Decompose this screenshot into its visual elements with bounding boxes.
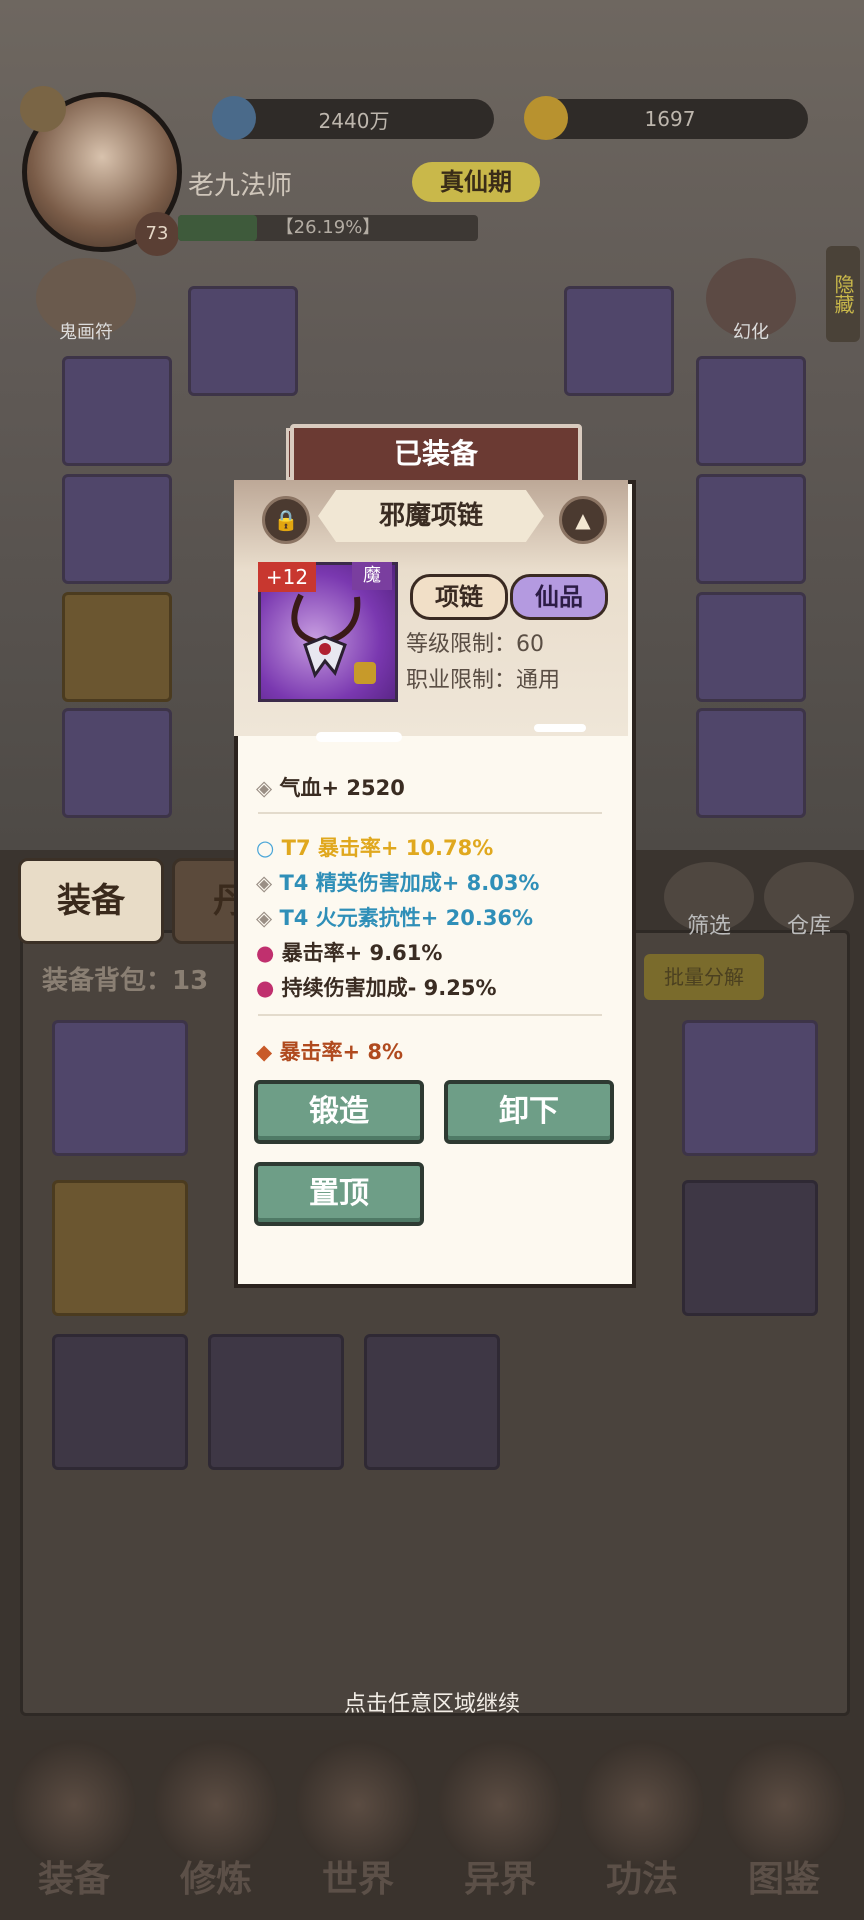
diamond-icon: ◈ <box>256 776 273 800</box>
forge-button[interactable]: 锻造 <box>254 1080 424 1144</box>
header-divider <box>316 732 402 742</box>
base-stat-text: 气血+ 2520 <box>279 776 405 800</box>
class-req-label: 职业限制： <box>406 668 517 693</box>
equipped-banner: 已装备 <box>290 424 582 484</box>
nav-codex-label: 图鉴 <box>747 1859 820 1900</box>
transform-label: 幻化 <box>733 322 769 343</box>
equip-slot-necklace[interactable] <box>62 474 172 584</box>
affix-row: ◈ T4 火元素抗性+ 20.36% <box>256 902 533 932</box>
gem-icon <box>212 96 256 140</box>
level-requirement: 等级限制：60 <box>406 626 544 658</box>
equip-slot-helmet[interactable] <box>62 356 172 466</box>
affix-text: 持续伤害加成- 9.25% <box>281 976 497 1000</box>
warehouse-label: 仓库 <box>786 914 831 939</box>
avatar-badge-icon <box>20 86 66 132</box>
bag-item[interactable] <box>52 1020 188 1156</box>
affix-row: ● 暴击率+ 9.61% <box>256 937 442 967</box>
nav-cultivate-label: 修炼 <box>179 1859 252 1900</box>
diamond-icon: ◈ <box>256 906 273 930</box>
bag-item[interactable] <box>364 1334 500 1470</box>
level-req-label: 等级限制： <box>406 632 517 657</box>
affix-row: ● 持续伤害加成- 9.25% <box>256 972 497 1002</box>
equip-slot-offhand[interactable] <box>564 286 674 396</box>
batch-decompose-button[interactable]: 批量分解 <box>644 954 764 1000</box>
nav-equip-label: 装备 <box>37 1859 110 1900</box>
equip-slot-weapon[interactable] <box>188 286 298 396</box>
diamond-icon: ◈ <box>256 871 273 895</box>
affix-text: T4 精英伤害加成+ 8.03% <box>279 871 540 895</box>
realm-badge: 真仙期 <box>412 162 540 202</box>
talisman-label: 鬼画符 <box>59 322 113 343</box>
header-divider <box>534 724 586 732</box>
player-name: 老九法师 <box>188 171 293 201</box>
equip-slot-pants[interactable] <box>696 474 806 584</box>
unequip-button[interactable]: 卸下 <box>444 1080 614 1144</box>
stat-separator <box>258 812 602 814</box>
currency2-bar: 1697 <box>532 99 808 139</box>
affix-row: ○ T7 暴击率+ 10.78% <box>256 832 493 862</box>
xp-percent: 【26.19%】 <box>275 217 381 238</box>
demon-badge: 魔 <box>352 562 392 590</box>
affix-row: ◈ T4 精英伤害加成+ 8.03% <box>256 867 539 897</box>
set-stat-text: 暴击率+ 8% <box>279 1040 404 1064</box>
equip-slot-cape[interactable] <box>696 708 806 818</box>
currency2-value: 1697 <box>644 107 696 131</box>
bag-item[interactable] <box>682 1180 818 1316</box>
continue-hint: 点击任意区域继续 <box>343 1692 520 1717</box>
level-req-value: 60 <box>516 632 545 657</box>
bag-label: 装备背包：13 <box>42 966 209 996</box>
ring-icon: ○ <box>256 836 275 860</box>
locked-icon <box>354 662 376 684</box>
affix-text: T4 火元素抗性+ 20.36% <box>279 906 534 930</box>
tab-equip[interactable]: 装备 <box>18 858 164 944</box>
affix-text: 暴击率+ 9.61% <box>281 941 443 965</box>
class-requirement: 职业限制：通用 <box>406 662 560 694</box>
orange-diamond-icon: ◆ <box>256 1040 273 1064</box>
class-req-value: 通用 <box>516 668 561 693</box>
pin-top-button[interactable]: 置顶 <box>254 1162 424 1226</box>
xp-bar-fill <box>178 215 257 241</box>
equip-slot-amulet[interactable] <box>62 592 172 702</box>
stat-separator <box>258 1014 602 1016</box>
set-stat: ◆ 暴击率+ 8% <box>256 1036 403 1066</box>
demon-icon: ● <box>256 976 275 1000</box>
lock-icon[interactable]: 🔒 <box>262 496 310 544</box>
nav-otherworld-label: 异界 <box>463 1859 536 1900</box>
item-type-tag: 项链 <box>410 574 508 620</box>
equip-slot-boots[interactable] <box>696 592 806 702</box>
fire-coin-icon <box>524 96 568 140</box>
bag-item[interactable] <box>52 1180 188 1316</box>
demon-icon: ● <box>256 941 275 965</box>
currency1-bar: 2440万 <box>214 99 494 139</box>
item-grade-tag: 仙品 <box>510 574 608 620</box>
collapse-up-icon[interactable]: ▲ <box>559 496 607 544</box>
equip-slot-armor[interactable] <box>696 356 806 466</box>
filter-label: 筛选 <box>686 914 731 939</box>
nav-world-label: 世界 <box>321 1859 394 1900</box>
item-name: 邪魔项链 <box>318 490 544 542</box>
currency1-value: 2440万 <box>318 108 390 133</box>
bag-item[interactable] <box>52 1334 188 1470</box>
hide-button[interactable]: 隐藏 <box>826 246 860 342</box>
bag-item[interactable] <box>208 1334 344 1470</box>
affix-text: T7 暴击率+ 10.78% <box>281 836 494 860</box>
bag-item[interactable] <box>682 1020 818 1156</box>
xp-bar: 【26.19%】 <box>178 215 478 241</box>
nav-skills-label: 功法 <box>605 1859 678 1900</box>
player-level: 73 <box>135 212 179 256</box>
equip-slot-ring[interactable] <box>62 708 172 818</box>
base-stat: ◈ 气血+ 2520 <box>256 772 405 802</box>
enhance-level: +12 <box>258 562 316 592</box>
